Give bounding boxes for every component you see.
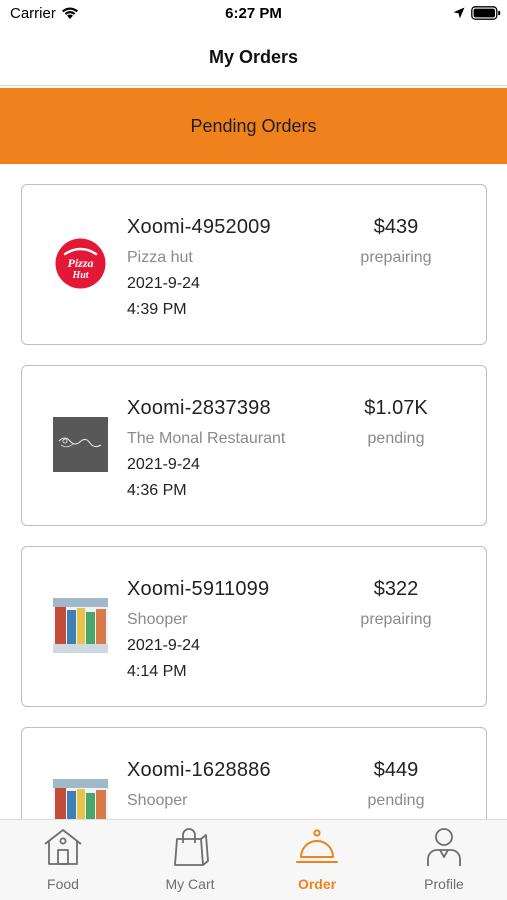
- tab-label: Profile: [424, 876, 464, 892]
- tab-label: Order: [297, 876, 337, 892]
- store-name: Shooper: [127, 611, 188, 628]
- navigation-header: My Orders: [0, 30, 507, 86]
- tab-order[interactable]: Order: [254, 820, 380, 900]
- svg-text:Pizza: Pizza: [67, 256, 93, 270]
- order-date: 2021-9-24: [127, 637, 200, 654]
- order-price: $439: [373, 216, 419, 238]
- shooper-store-image: [53, 598, 108, 653]
- battery-icon: [471, 6, 501, 20]
- order-date: 2021-9-24: [127, 456, 200, 473]
- order-price: $449: [373, 759, 419, 781]
- order-card[interactable]: Pizza Hut Xoomi-4952009 Pizza hut 2021-9…: [21, 184, 487, 345]
- shooper-store-image: [53, 779, 108, 819]
- store-name: Shooper: [127, 792, 188, 809]
- order-status: prepairing: [360, 249, 432, 266]
- order-time: 4:36 PM: [127, 482, 187, 499]
- cloche-icon: [296, 829, 338, 863]
- tab-label: Food: [47, 876, 79, 892]
- shopping-bag-icon: [174, 828, 209, 866]
- order-time: 4:14 PM: [127, 663, 187, 680]
- order-card[interactable]: Xoomi-2837398 The Monal Restaurant 2021-…: [21, 365, 487, 526]
- order-price: $1.07K: [364, 397, 428, 419]
- pending-orders-banner: Pending Orders: [0, 88, 507, 164]
- store-name: The Monal Restaurant: [127, 430, 286, 447]
- tab-label: My Cart: [165, 876, 215, 892]
- order-time: 4:39 PM: [127, 301, 187, 318]
- status-bar: Carrier 6:27 PM: [0, 0, 507, 30]
- order-date: 2021-9-24: [127, 275, 200, 292]
- svg-text:Hut: Hut: [71, 270, 89, 281]
- section-title: Pending Orders: [190, 116, 317, 136]
- tab-my-cart[interactable]: My Cart: [127, 820, 253, 900]
- clock-time: 6:27 PM: [225, 5, 282, 22]
- monal-restaurant-logo: [53, 417, 108, 472]
- order-list[interactable]: Pizza Hut Xoomi-4952009 Pizza hut 2021-9…: [0, 164, 507, 819]
- order-id: Xoomi-4952009: [127, 216, 271, 238]
- order-id: Xoomi-2837398: [127, 397, 271, 419]
- order-status: pending: [367, 792, 425, 809]
- store-name: Pizza hut: [127, 249, 193, 266]
- location-arrow-icon: [453, 7, 465, 19]
- order-card[interactable]: Xoomi-5911099 Shooper 2021-9-24 4:14 PM …: [21, 546, 487, 707]
- home-icon: [44, 829, 82, 865]
- tab-bar: Food My Cart Order Profile: [0, 819, 507, 900]
- order-id: Xoomi-1628886: [127, 759, 271, 781]
- order-card[interactable]: Xoomi-1628886 Shooper 2021-9-24 $449 pen…: [21, 727, 487, 819]
- page-title: My Orders: [208, 47, 299, 67]
- order-price: $322: [373, 578, 419, 600]
- order-status: pending: [367, 430, 425, 447]
- pizza-hut-logo: Pizza Hut: [55, 238, 106, 289]
- order-status: prepairing: [360, 611, 432, 628]
- tab-food[interactable]: Food: [0, 820, 126, 900]
- order-id: Xoomi-5911099: [127, 578, 270, 600]
- tab-profile[interactable]: Profile: [381, 820, 507, 900]
- person-icon: [427, 828, 461, 866]
